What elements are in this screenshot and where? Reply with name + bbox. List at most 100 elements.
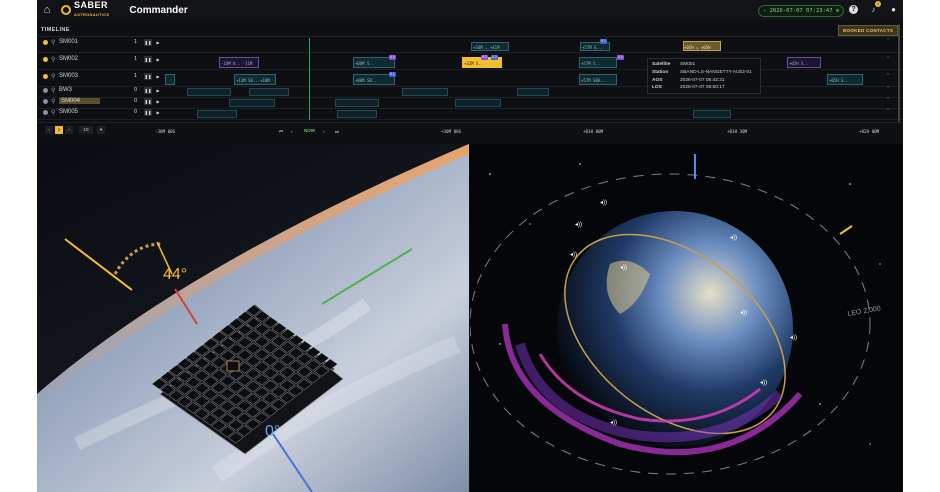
home-icon[interactable]: ⌂ [41, 4, 53, 16]
collapse-icon[interactable]: ⌃ [886, 38, 890, 44]
svg-text:◂)): ◂)) [600, 200, 607, 206]
pause-button[interactable]: ❚❚ [144, 98, 152, 105]
timeline-row[interactable]: ⚲ SM005 0 ❚❚ ▶ ⌃ [37, 108, 903, 120]
clock-display[interactable]: ‹ 2026-07-07 07:23:47 ⚙ [758, 5, 845, 17]
satellite-icon: ⚲ [51, 99, 56, 105]
collapse-icon[interactable]: ⌃ [886, 97, 890, 103]
row-name: SM001 [59, 39, 79, 45]
pause-button[interactable]: ❚❚ [144, 87, 152, 94]
prev-page-button[interactable]: ‹ [45, 126, 53, 134]
tooltip-station-key: Station [652, 70, 669, 75]
contact-label: +08M S.. [355, 61, 375, 66]
time-tick: -30M 00S [155, 129, 176, 134]
contact-window[interactable] [249, 88, 289, 96]
globe-viewport[interactable]: ◂)) ◂)) ◂)) ◂)) ◂)) ◂)) ◂)) ◂)) ◂)) LEO 2,000 [470, 144, 903, 492]
tooltip-los-value: 2026-07-07 08:50:17 [680, 85, 725, 90]
svg-text:◂)): ◂)) [740, 310, 747, 316]
contact-label: -18M O.. -11M [221, 61, 253, 66]
row-count: 1 [134, 73, 138, 79]
row-name: BW3 [59, 87, 73, 93]
time-tick: +01H 30M [727, 129, 748, 134]
contact-label: +13M SB.. +18M [236, 78, 270, 83]
brand-name: SABER [74, 0, 109, 10]
play-button[interactable]: ▶ [154, 73, 162, 80]
timeline-title: TIMELINE [41, 27, 70, 33]
contact-marker: 0 1 [389, 72, 396, 77]
contact-window[interactable] [229, 99, 275, 107]
step-back-icon[interactable]: ‹ [291, 129, 293, 134]
contact-label: +57M S.. [582, 45, 602, 50]
pin-icon[interactable] [43, 88, 48, 93]
play-button[interactable]: ▶ [154, 87, 162, 94]
next-page-button[interactable]: › [65, 126, 73, 134]
row-count: 0 [134, 109, 138, 115]
saber-logo: SABER ASTRONAUTICS [61, 1, 109, 19]
svg-text:◂)): ◂)) [790, 335, 797, 341]
skip-forward-icon[interactable]: ⏭ [335, 129, 339, 134]
svg-text:◂)): ◂)) [570, 252, 577, 258]
help-icon[interactable]: ? [849, 5, 858, 14]
step-forward-icon[interactable]: › [323, 129, 325, 134]
contact-window[interactable] [455, 99, 501, 107]
contact-window[interactable] [402, 88, 448, 96]
row-count: 1 [134, 56, 138, 62]
commander-app: ⌂ SABER ASTRONAUTICS Commander ‹ 2026-07… [37, 0, 903, 492]
booked-contacts-button[interactable]: BOOKED CONTACTS [838, 25, 899, 36]
collapse-icon[interactable]: ⌃ [886, 73, 890, 79]
satellite-attitude-viewport[interactable]: 44° 0° [37, 144, 469, 492]
page-size-dropdown-icon[interactable]: ▾ [97, 126, 105, 134]
play-button[interactable]: ▶ [154, 56, 162, 63]
pause-button[interactable]: ❚❚ [144, 56, 152, 63]
pause-button[interactable]: ❚❚ [144, 39, 152, 46]
contact-window[interactable] [197, 110, 237, 118]
contact-window[interactable] [165, 74, 175, 85]
top-bar: ⌂ SABER ASTRONAUTICS Commander ‹ 2026-07… [37, 0, 903, 20]
tooltip-station-value: SBAND-LS-NANGETTY-AU02-01 [680, 70, 752, 75]
timeline-scrollbar[interactable] [898, 24, 900, 122]
tooltip-satellite-value: SM001 [680, 62, 696, 67]
svg-text:◂)): ◂)) [610, 420, 617, 426]
contact-label: +05H ↘ +05H [684, 45, 711, 50]
contact-window[interactable] [337, 110, 377, 118]
svg-text:◂)): ◂)) [730, 235, 737, 241]
collapse-icon[interactable]: ⌃ [886, 86, 890, 92]
pin-icon[interactable] [43, 110, 48, 115]
satellite-icon: ⚲ [51, 74, 56, 80]
user-icon[interactable]: ● [889, 5, 898, 14]
pause-button[interactable]: ❚❚ [144, 109, 152, 116]
pin-icon[interactable] [43, 99, 48, 104]
contact-marker: 0 1 [600, 39, 607, 44]
contact-window[interactable] [335, 99, 379, 107]
contact-label: +34M ↘ +41M [473, 45, 500, 50]
svg-text:◂)): ◂)) [760, 380, 767, 386]
page-button-current[interactable]: 1 [55, 126, 63, 134]
contact-tooltip: Satellite SM001 Station SBAND-LS-NANGETT… [647, 58, 761, 94]
contact-window[interactable] [187, 88, 231, 96]
row-name: SM005 [59, 109, 79, 115]
page-size-select[interactable]: 10 [79, 126, 93, 134]
pause-button[interactable]: ❚❚ [144, 73, 152, 80]
contact-window[interactable] [693, 110, 731, 118]
play-button[interactable]: ▶ [154, 39, 162, 46]
now-button[interactable]: NOW [304, 128, 315, 133]
contact-label: +05H S.. [789, 61, 809, 66]
play-button[interactable]: ▶ [154, 98, 162, 105]
row-name: SM004 [59, 98, 101, 104]
pin-icon[interactable] [43, 57, 48, 62]
skip-back-icon[interactable]: ⏮ [279, 129, 283, 134]
satellite-icon: ⚲ [51, 110, 56, 116]
contact-marker: 1 1 [617, 55, 624, 60]
pin-icon[interactable] [43, 74, 48, 79]
collapse-icon[interactable]: ⌃ [886, 108, 890, 114]
time-tick: +01H 00M [583, 129, 604, 134]
tooltip-satellite-key: Satellite [652, 62, 671, 67]
collapse-icon[interactable]: ⌃ [886, 56, 890, 62]
play-button[interactable]: ▶ [154, 109, 162, 116]
tooltip-aos-value: 2026-07-07 08:42:31 [680, 78, 725, 83]
time-tick: +30M 00S [441, 129, 462, 134]
pin-icon[interactable] [43, 40, 48, 45]
contact-window[interactable] [517, 88, 549, 96]
contact-label: +57M SBA.. [581, 78, 606, 83]
timeline-row[interactable]: ⚲ SM001 1 ❚❚ ▶ ⌃ [37, 38, 903, 53]
contact-label: +08M SB.. [355, 78, 377, 83]
